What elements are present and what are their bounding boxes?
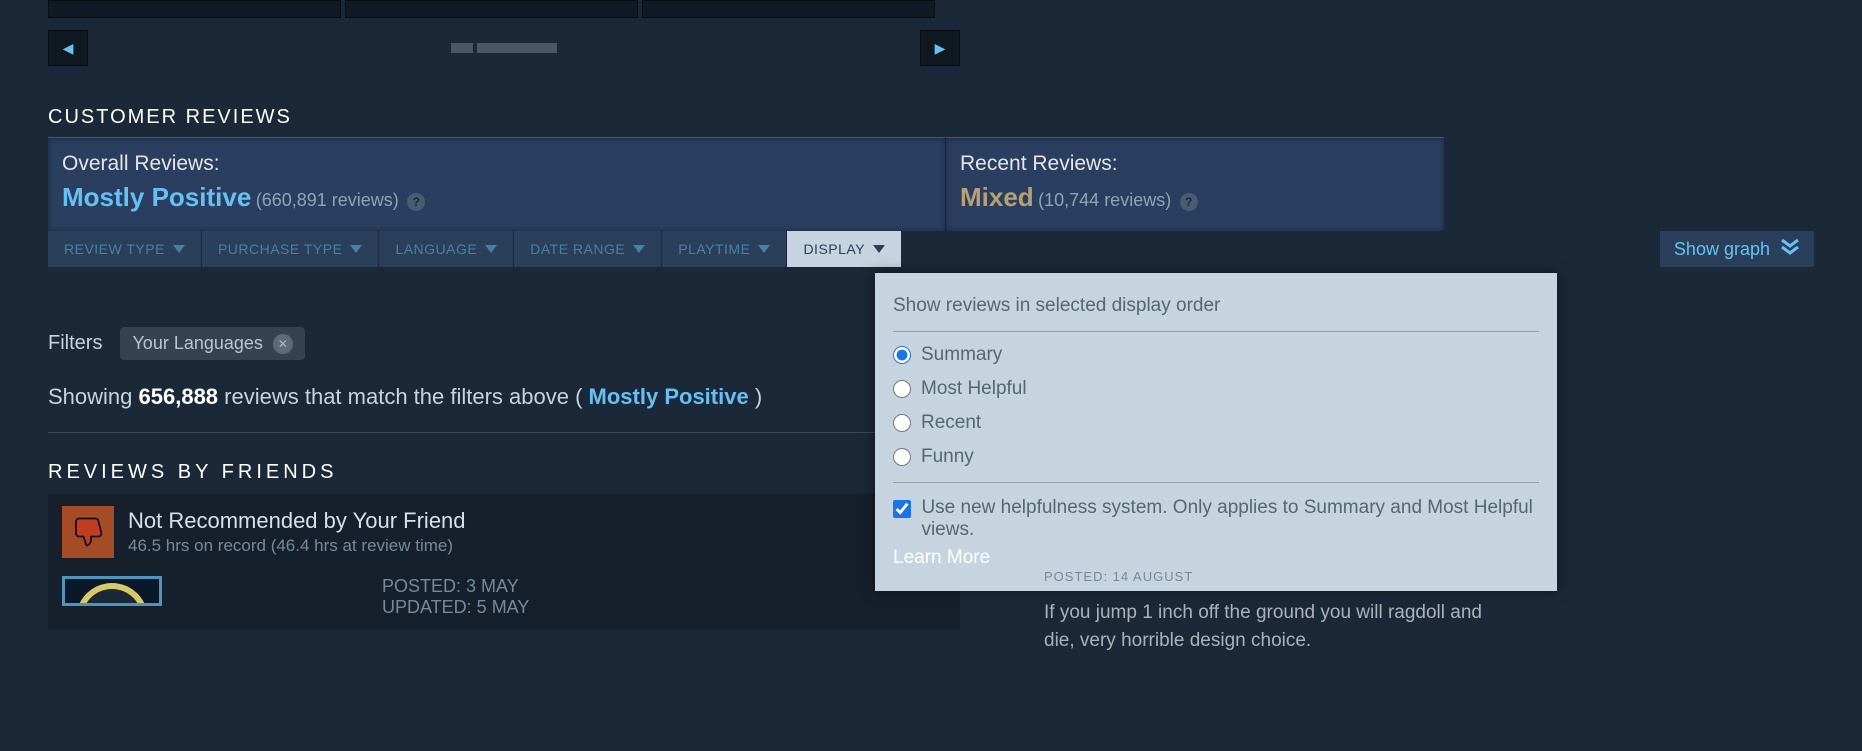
posted-date: POSTED: 3 MAY: [382, 576, 529, 597]
chevron-down-icon: [350, 245, 362, 253]
carousel-card[interactable]: [345, 0, 638, 18]
filter-purchase-type[interactable]: PURCHASE TYPE: [202, 231, 380, 267]
close-icon[interactable]: ✕: [273, 334, 293, 354]
radio-input[interactable]: [893, 346, 911, 364]
filter-date-range[interactable]: DATE RANGE: [514, 231, 662, 267]
updated-date: UPDATED: 5 MAY: [382, 597, 529, 618]
show-graph-label: Show graph: [1674, 239, 1770, 260]
carousel-page-dot[interactable]: [451, 43, 473, 53]
carousel-prev[interactable]: ◀: [48, 30, 88, 66]
overall-count: (660,891 reviews): [256, 190, 399, 210]
friend-review-card: Not Recommended by Your Friend 46.5 hrs …: [48, 494, 960, 630]
overall-rating: Mostly Positive: [62, 182, 251, 212]
chevron-down-icon: [633, 245, 645, 253]
results-count: 656,888: [139, 384, 219, 409]
chevron-down-icon: [758, 245, 770, 253]
carousel-nav: ◀ ▶: [48, 24, 960, 66]
recent-rating: Mixed: [960, 182, 1034, 212]
filter-label: DATE RANGE: [530, 241, 625, 257]
filter-language[interactable]: LANGUAGE: [379, 231, 514, 267]
filter-tab-row: REVIEW TYPE PURCHASE TYPE LANGUAGE DATE …: [48, 231, 1814, 267]
filter-label: REVIEW TYPE: [64, 241, 165, 257]
recent-reviews-label: Recent Reviews:: [960, 152, 1426, 176]
recent-count: (10,744 reviews): [1038, 190, 1171, 210]
carousel-card[interactable]: [48, 0, 341, 18]
filter-review-type[interactable]: REVIEW TYPE: [48, 231, 202, 267]
overall-reviews-label: Overall Reviews:: [62, 152, 927, 176]
carousel-next[interactable]: ▶: [920, 30, 960, 66]
filter-label: PURCHASE TYPE: [218, 241, 343, 257]
friend-review-title: Not Recommended by Your Friend: [128, 508, 466, 534]
radio-label: Summary: [921, 344, 1002, 366]
filter-display[interactable]: DISPLAY: [787, 231, 902, 267]
checkbox-label: Use new helpfulness system. Only applies…: [921, 497, 1539, 541]
chevron-down-icon: [173, 245, 185, 253]
customer-reviews-header: CUSTOMER REVIEWS: [48, 106, 1814, 129]
radio-label: Recent: [921, 412, 981, 434]
filter-playtime[interactable]: PLAYTIME: [662, 231, 787, 267]
results-rating: Mostly Positive: [589, 384, 749, 409]
filter-label: PLAYTIME: [678, 241, 750, 257]
display-options-popup: Show reviews in selected display order S…: [875, 273, 1557, 591]
carousel-card[interactable]: [642, 0, 935, 18]
thumbs-down-icon: [62, 506, 114, 558]
chip-label: Your Languages: [132, 333, 262, 354]
helpfulness-checkbox-row[interactable]: Use new helpfulness system. Only applies…: [893, 497, 1539, 541]
radio-summary[interactable]: Summary: [893, 344, 1539, 366]
radio-recent[interactable]: Recent: [893, 412, 1539, 434]
radio-most-helpful[interactable]: Most Helpful: [893, 378, 1539, 400]
review-dates: POSTED: 3 MAY UPDATED: 5 MAY: [382, 576, 529, 618]
filter-label: DISPLAY: [803, 241, 865, 257]
radio-funny[interactable]: Funny: [893, 446, 1539, 468]
carousel-thumbnails: [48, 0, 1814, 18]
info-icon[interactable]: ?: [407, 193, 425, 211]
filter-chip-your-languages[interactable]: Your Languages ✕: [120, 327, 304, 360]
review-snippet: POSTED: 14 AUGUST If you jump 1 inch off…: [1044, 563, 1494, 655]
filters-label: Filters: [48, 332, 102, 355]
overall-reviews-box: Overall Reviews: Mostly Positive (660,89…: [48, 137, 945, 231]
recent-reviews-box: Recent Reviews: Mixed (10,744 reviews) ?: [946, 137, 1444, 231]
carousel-page-dot[interactable]: [477, 43, 557, 53]
radio-input[interactable]: [893, 414, 911, 432]
friend-avatar[interactable]: [62, 576, 162, 606]
show-graph-button[interactable]: Show graph: [1660, 231, 1814, 267]
friend-review-hours: 46.5 hrs on record (46.4 hrs at review t…: [128, 536, 466, 556]
radio-label: Funny: [921, 446, 974, 468]
carousel-pager: [451, 43, 557, 53]
snippet-posted-date: POSTED: 14 AUGUST: [1044, 563, 1494, 591]
info-icon[interactable]: ?: [1180, 193, 1198, 211]
filter-label: LANGUAGE: [395, 241, 477, 257]
checkbox-input[interactable]: [893, 499, 911, 519]
radio-input[interactable]: [893, 380, 911, 398]
chevron-down-double-icon: [1780, 238, 1800, 261]
radio-input[interactable]: [893, 448, 911, 466]
chevron-down-icon: [485, 245, 497, 253]
popup-header: Show reviews in selected display order: [893, 295, 1539, 332]
radio-label: Most Helpful: [921, 378, 1027, 400]
chevron-down-icon: [873, 245, 885, 253]
snippet-body: If you jump 1 inch off the ground you wi…: [1044, 599, 1494, 655]
